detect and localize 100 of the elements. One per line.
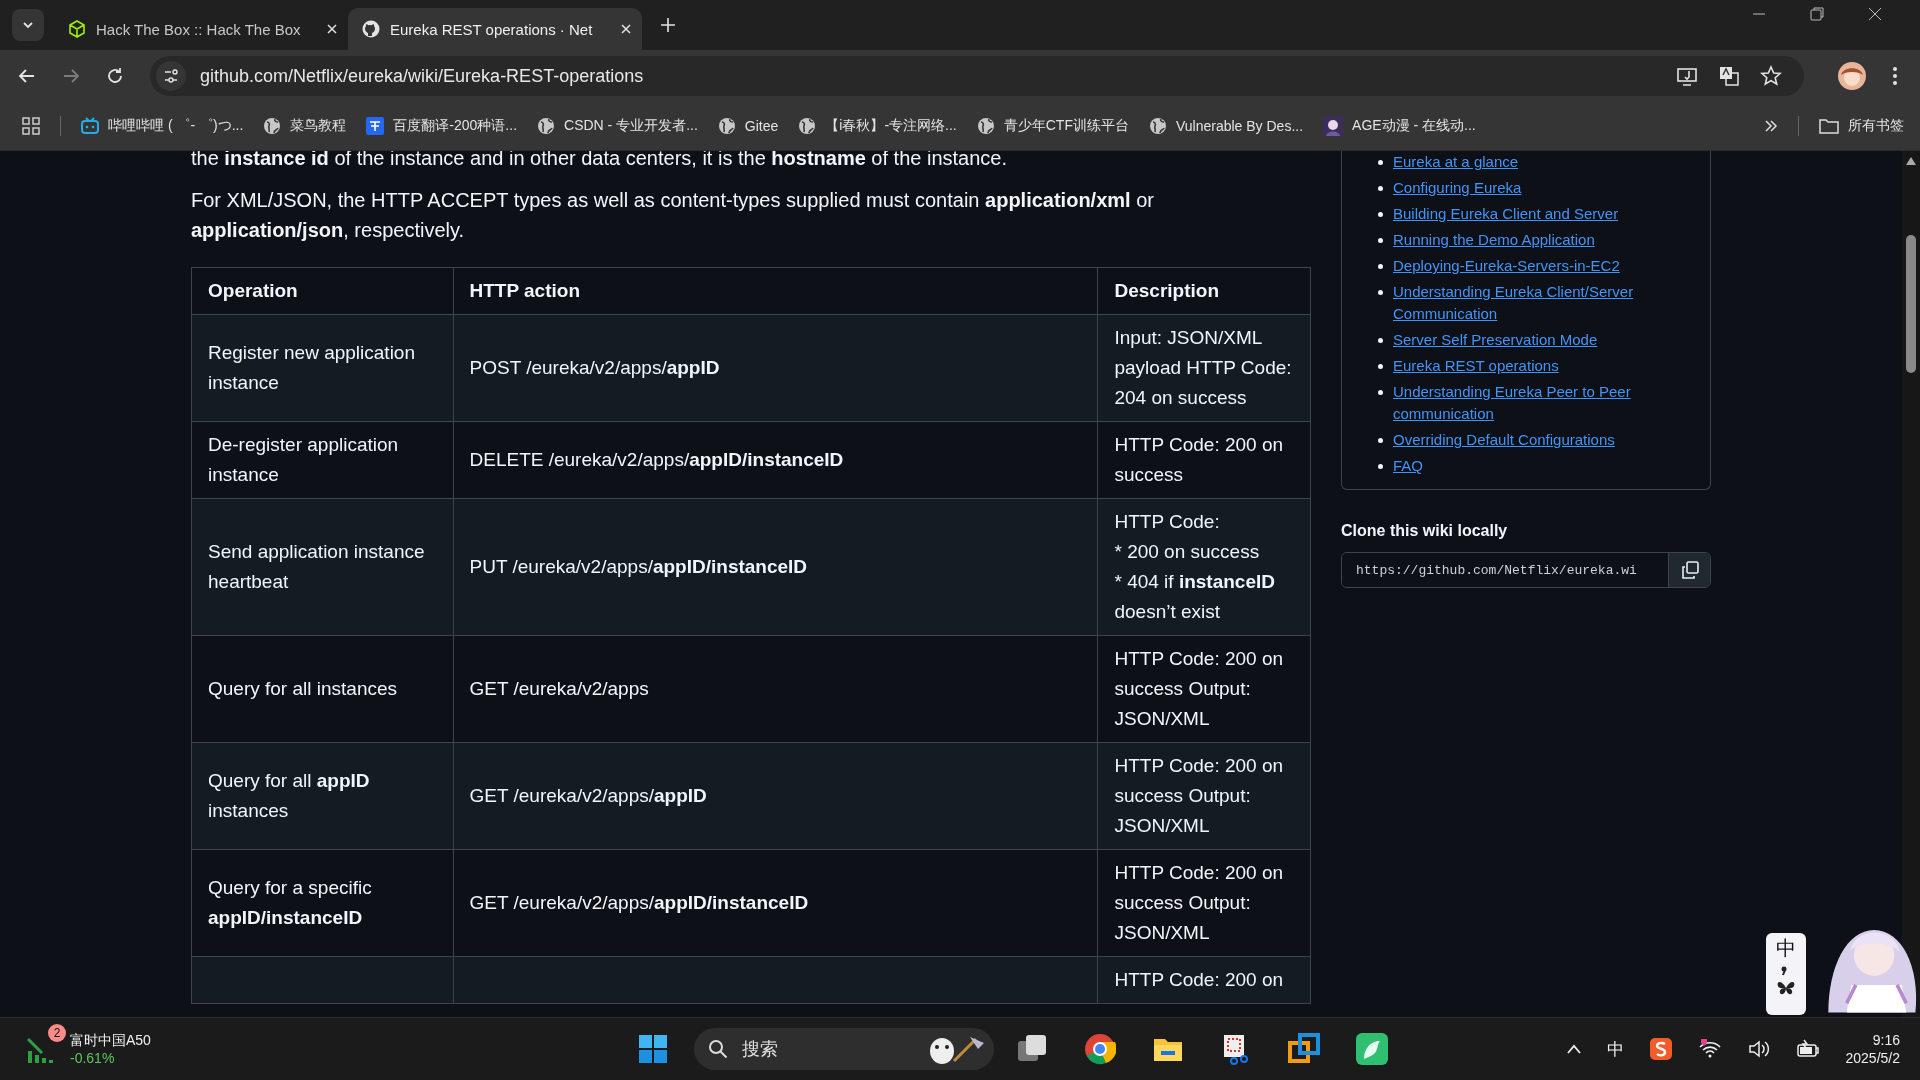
bullet-icon [1378, 290, 1383, 295]
time-text: 9:16 [1872, 1032, 1900, 1048]
bullet-icon [1378, 390, 1383, 395]
bookmark[interactable]: 百度翻译-200种语... [366, 117, 518, 135]
table-cell-text: HTTP Code: 200 on success Output: JSON/XML [1114, 647, 1285, 731]
close-window-icon[interactable] [1868, 7, 1882, 21]
stock-name: 富时中国A50 [70, 1032, 151, 1050]
clone-heading: Clone this wiki locally [1341, 522, 1509, 540]
globe-icon [1148, 117, 1167, 135]
bookmark[interactable]: CSDN - 专业开发者... [537, 117, 698, 135]
globe-icon [798, 117, 817, 135]
ime-panel[interactable]: 中 [1766, 933, 1806, 1015]
table-cell: Query for a specific appID/instanceID [208, 877, 372, 928]
wiki-page-link[interactable]: Understanding Eureka Client/Server Communication [1393, 281, 1655, 325]
bookmark[interactable]: Vulnerable By Des... [1148, 117, 1304, 135]
bullet-icon [1378, 464, 1383, 469]
all-bookmarks-folder[interactable]: 所有书签 [1819, 117, 1904, 135]
github-icon [362, 20, 380, 38]
bookmark[interactable]: 青少年CTF训练平台 [976, 117, 1129, 135]
restore-icon[interactable] [1810, 7, 1824, 21]
column-header: Operation [191, 267, 453, 315]
table-cell: GET /eureka/v2/apps/appID/instanceID [469, 892, 809, 913]
volume-icon[interactable] [1747, 1039, 1770, 1059]
bullet-icon [1378, 364, 1383, 369]
more-bookmarks-icon[interactable] [1764, 119, 1778, 133]
translate-app-icon [366, 117, 385, 135]
wiki-page-link[interactable]: Building Eureka Client and Server [1393, 203, 1655, 225]
bookmark[interactable]: Gitee [717, 117, 779, 135]
apps-icon[interactable] [22, 117, 40, 135]
table-cell: GET /eureka/v2/apps [469, 678, 649, 699]
close-icon[interactable] [620, 23, 632, 35]
address-bar[interactable]: github.com/Netflix/eureka/wiki/Eureka-REST-operations [150, 56, 1804, 96]
clock[interactable]: 9:16 2025/5/2 [1845, 1032, 1900, 1066]
table-cell: Send application instance heartbeat [208, 541, 425, 592]
bullet-icon [1378, 264, 1383, 269]
globe-icon [263, 117, 282, 135]
back-icon[interactable] [18, 67, 36, 85]
chevron-up-icon[interactable] [1566, 1044, 1581, 1054]
wiki-page-link[interactable]: Overriding Default Configurations [1393, 429, 1655, 451]
menu-icon[interactable] [1892, 66, 1898, 86]
table-cell: Register new application instance [208, 342, 415, 393]
table-cell: DELETE /eureka/v2/apps/appID/instanceID [469, 449, 844, 470]
battery-icon[interactable] [1795, 1039, 1820, 1059]
paragraph: For XML/JSON, the HTTP ACCEPT types as well as content-types supplied must contain application/xml or application/json, respectively. [191, 188, 1155, 243]
input-app-icon[interactable] [1649, 1038, 1672, 1060]
close-icon[interactable] [326, 23, 338, 35]
table-cell-text: HTTP Code: 200 on success Output: JSON/XML [1114, 754, 1285, 838]
wiki-page-link[interactable]: Server Self Preservation Mode [1393, 329, 1655, 351]
star-icon[interactable] [1760, 65, 1782, 87]
scroll-up-icon[interactable] [1906, 157, 1916, 165]
wiki-page-link[interactable]: Deploying-Eureka-Servers-in-EC2 [1393, 255, 1655, 277]
avatar-icon [1323, 116, 1344, 136]
table-cell: Query for all appID instances [208, 770, 370, 821]
wiki-page-link[interactable]: FAQ [1393, 455, 1655, 477]
wifi-icon[interactable] [1697, 1039, 1722, 1059]
install-app-icon[interactable] [1676, 65, 1698, 87]
bullet-icon [1378, 212, 1383, 217]
cube-icon [68, 20, 86, 38]
wiki-page-link[interactable]: Eureka at a glance [1393, 151, 1655, 173]
stock-change: -0.61% [70, 1050, 116, 1066]
bullet-icon [1378, 160, 1383, 165]
table-cell-text: HTTP Code: 200 on [1114, 968, 1285, 992]
wiki-page-link[interactable]: Configuring Eureka [1393, 177, 1655, 199]
wiki-page-link[interactable]: Running the Demo Application [1393, 229, 1655, 251]
table-cell-text: HTTP Code: * 200 on success * 404 if instanceID doesn’t exist [1114, 510, 1276, 624]
date-text: 2025/5/2 [1845, 1050, 1900, 1066]
folder-icon [1819, 118, 1839, 134]
browser-tab[interactable]: Hack The Box :: Hack The Box [54, 8, 348, 50]
translate-icon[interactable] [1718, 65, 1740, 87]
bullet-icon [1378, 238, 1383, 243]
bullet-icon [1378, 338, 1383, 343]
notification-count: 2 [48, 1024, 66, 1042]
column-header: HTTP action [453, 267, 1098, 315]
new-tab-icon[interactable] [660, 17, 676, 33]
chrome-icon[interactable] [1084, 1033, 1116, 1065]
profile-avatar-icon[interactable] [1838, 62, 1866, 90]
wiki-page-link[interactable]: Understanding Eureka Peer to Peer communication [1393, 381, 1655, 425]
reload-icon[interactable] [106, 67, 124, 85]
tv-icon [81, 117, 99, 135]
scrollbar-thumb[interactable] [1906, 235, 1916, 373]
bookmark[interactable]: AGE动漫 - 在线动... [1323, 116, 1476, 136]
site-settings-icon[interactable] [156, 61, 186, 91]
table-cell-text: Input: JSON/XML payload HTTP Code: 204 on success [1114, 326, 1293, 410]
tab-search-button[interactable] [12, 9, 44, 41]
forward-icon[interactable] [62, 67, 80, 85]
butterfly-icon[interactable] [1776, 980, 1796, 996]
wiki-page-link[interactable]: Eureka REST operations [1393, 355, 1655, 377]
windows-start-icon[interactable] [638, 1034, 668, 1064]
bookmark[interactable]: 【i春秋】-专注网络... [798, 117, 957, 135]
browser-tab[interactable]: Eureka REST operations · Net [348, 8, 642, 50]
taskbar-search-field[interactable]: 搜索 [694, 1028, 994, 1070]
bookmark[interactable]: 哔哩哔哩 ( ゜- ゜)つ... [81, 117, 244, 135]
table-cell: PUT /eureka/v2/apps/appID/instanceID [469, 556, 808, 577]
input-method-indicator[interactable]: 中 [1606, 1037, 1624, 1061]
bullet-icon [1378, 438, 1383, 443]
paragraph: the instance id of the instance and in other data centers, it is the hostname of the instance. [191, 151, 1008, 171]
overlapping-squares-icon[interactable] [1288, 1033, 1320, 1065]
bookmark[interactable]: 菜鸟教程 [263, 117, 347, 135]
table-cell: GET /eureka/v2/apps/appID [469, 785, 707, 806]
search-icon [708, 1039, 728, 1059]
